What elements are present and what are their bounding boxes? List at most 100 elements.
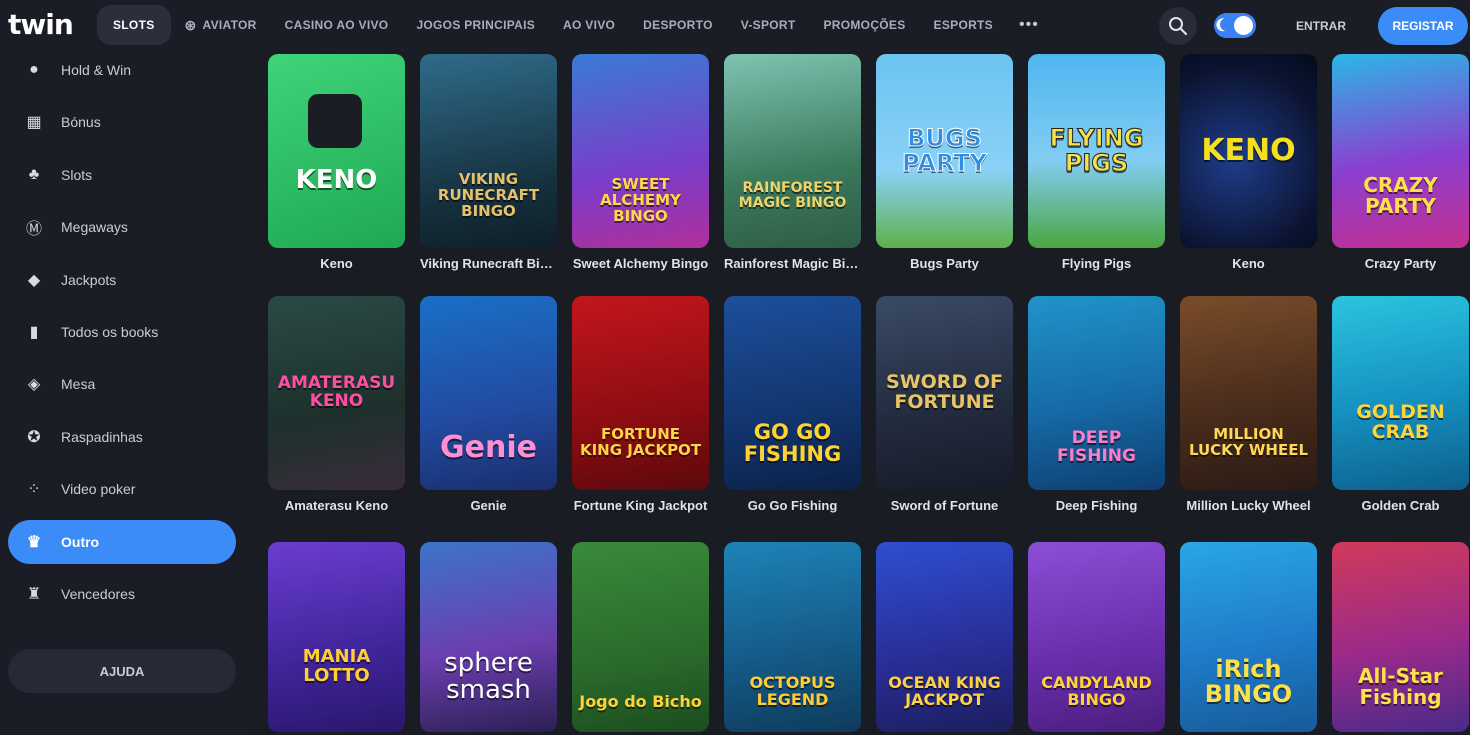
game-thumbnail[interactable]: Jogo do Bicho: [572, 542, 709, 732]
game-thumbnail[interactable]: KENO: [268, 54, 405, 248]
search-button[interactable]: [1159, 7, 1197, 45]
game-card[interactable]: sphere smash: [420, 542, 557, 732]
game-card[interactable]: SWORD OF FORTUNE Sword of Fortune: [876, 296, 1013, 516]
game-card[interactable]: OCEAN KING JACKPOT: [876, 542, 1013, 732]
game-card[interactable]: GOLDEN CRAB Golden Crab: [1332, 296, 1469, 516]
sidebar-item-label: Raspadinhas: [61, 429, 143, 445]
game-thumbnail[interactable]: FLYING PIGS: [1028, 54, 1165, 248]
sidebar-item-label: Jackpots: [61, 272, 117, 288]
game-thumbnail[interactable]: GO GO FISHING: [724, 296, 861, 490]
game-thumbnail[interactable]: OCTOPUS LEGEND: [724, 542, 861, 732]
game-card[interactable]: FORTUNE KING JACKPOT Fortune King Jackpo…: [572, 296, 709, 516]
game-art-text: CANDYLAND BINGO: [1041, 673, 1152, 709]
game-card[interactable]: BUGS PARTY Bugs Party: [876, 54, 1013, 274]
search-icon: [1169, 17, 1188, 36]
sidebar-item-vencedores[interactable]: ♜ Vencedores: [8, 572, 236, 616]
sidebar-item-todos-os-books[interactable]: ▮ Todos os books: [8, 310, 236, 354]
game-card[interactable]: AMATERASU KENO Amaterasu Keno: [268, 296, 405, 516]
twin-logo[interactable]: twin: [8, 8, 74, 41]
crown-icon: ♛: [26, 534, 42, 551]
game-art-text: All-Star Fishing: [1358, 664, 1443, 709]
game-thumbnail[interactable]: sphere smash: [420, 542, 557, 732]
sidebar-item-video-poker[interactable]: ⁘ Video poker: [8, 467, 236, 511]
game-thumbnail[interactable]: DEEP FISHING: [1028, 296, 1165, 490]
sidebar-item-label: Megaways: [61, 219, 128, 235]
game-art-text: AMATERASU KENO: [277, 373, 396, 411]
game-card[interactable]: VIKING RUNECRAFT BINGO Viking Runecraft …: [420, 54, 557, 274]
game-thumbnail[interactable]: Genie: [420, 296, 557, 490]
game-card[interactable]: GO GO FISHING Go Go Fishing: [724, 296, 861, 516]
main-nav: SLOTS ⊛ AVIATOR CASINO AO VIVO JOGOS PRI…: [97, 5, 1051, 45]
game-thumbnail[interactable]: MANIA LOTTO: [268, 542, 405, 732]
theme-toggle[interactable]: [1214, 13, 1256, 38]
game-title: Million Lucky Wheel: [1186, 498, 1311, 513]
sidebar-item-bonus[interactable]: ▦ Bónus: [8, 100, 236, 144]
game-thumbnail[interactable]: MILLION LUCKY WHEEL: [1180, 296, 1317, 490]
help-button[interactable]: AJUDA: [8, 649, 236, 693]
sidebar-item-raspadinhas[interactable]: ✪ Raspadinhas: [8, 415, 236, 459]
game-card[interactable]: CRAZY PARTY Crazy Party: [1332, 54, 1469, 274]
game-title: Genie: [470, 498, 507, 513]
game-thumbnail[interactable]: FORTUNE KING JACKPOT: [572, 296, 709, 490]
nav-aviator[interactable]: ⊛ AVIATOR: [171, 5, 271, 45]
game-card[interactable]: KENO Keno: [268, 54, 405, 274]
sidebar-item-label: Bónus: [61, 114, 101, 130]
register-button[interactable]: REGISTAR: [1378, 7, 1468, 45]
game-title: Flying Pigs: [1061, 256, 1132, 271]
game-thumbnail[interactable]: GOLDEN CRAB: [1332, 296, 1469, 490]
game-card[interactable]: DEEP FISHING Deep Fishing: [1028, 296, 1165, 516]
game-card[interactable]: RAINFOREST MAGIC BINGO Rainforest Magic …: [724, 54, 861, 274]
game-thumbnail[interactable]: SWEET ALCHEMY BINGO: [572, 54, 709, 248]
game-card[interactable]: FLYING PIGS Flying Pigs: [1028, 54, 1165, 274]
game-card[interactable]: KENO Keno: [1180, 54, 1317, 274]
game-thumbnail[interactable]: AMATERASU KENO: [268, 296, 405, 490]
nav-v-sport[interactable]: V-SPORT: [727, 5, 810, 45]
nav-jogos-principais[interactable]: JOGOS PRINCIPAIS: [402, 5, 549, 45]
sidebar-item-slots[interactable]: ♣ Slots: [8, 153, 236, 197]
game-thumbnail[interactable]: BUGS PARTY: [876, 54, 1013, 248]
sidebar-item-outro[interactable]: ♛ Outro: [8, 520, 236, 564]
game-card[interactable]: CANDYLAND BINGO: [1028, 542, 1165, 732]
game-art-text: sphere smash: [444, 647, 533, 705]
game-thumbnail[interactable]: OCEAN KING JACKPOT: [876, 542, 1013, 732]
sidebar-item-mesa[interactable]: ◈ Mesa: [8, 362, 236, 406]
game-thumbnail[interactable]: CRAZY PARTY: [1332, 54, 1469, 248]
game-card[interactable]: MILLION LUCKY WHEEL Million Lucky Wheel: [1180, 296, 1317, 516]
nav-esports[interactable]: ESPORTS: [920, 5, 1007, 45]
game-title: Bugs Party: [910, 256, 979, 271]
game-art-text: MILLION LUCKY WHEEL: [1188, 425, 1309, 459]
more-menu-icon[interactable]: •••: [1007, 16, 1051, 34]
game-art-text: BUGS PARTY: [901, 123, 988, 177]
sidebar-item-jackpots[interactable]: ◆ Jackpots: [8, 258, 236, 302]
game-thumbnail[interactable]: RAINFOREST MAGIC BINGO: [724, 54, 861, 248]
game-card[interactable]: Genie Genie: [420, 296, 557, 516]
nav-ao-vivo[interactable]: AO VIVO: [549, 5, 629, 45]
nav-desporto[interactable]: DESPORTO: [629, 5, 727, 45]
sidebar-item-megaways[interactable]: Ⓜ Megaways: [8, 205, 236, 249]
game-card[interactable]: SWEET ALCHEMY BINGO Sweet Alchemy Bingo: [572, 54, 709, 274]
nav-promocoes[interactable]: PROMOÇÕES: [809, 5, 919, 45]
game-thumbnail[interactable]: KENO: [1180, 54, 1317, 248]
game-thumbnail[interactable]: All-Star Fishing: [1332, 542, 1469, 732]
game-title: Fortune King Jackpot: [573, 498, 708, 513]
game-thumbnail[interactable]: VIKING RUNECRAFT BINGO: [420, 54, 557, 248]
game-card[interactable]: MANIA LOTTO: [268, 542, 405, 732]
login-button[interactable]: ENTRAR: [1280, 7, 1362, 45]
game-card[interactable]: All-Star Fishing: [1332, 542, 1469, 732]
game-card[interactable]: iRich BINGO: [1180, 542, 1317, 732]
sidebar-item-label: Outro: [61, 534, 100, 550]
game-card[interactable]: OCTOPUS LEGEND: [724, 542, 861, 732]
game-thumbnail[interactable]: iRich BINGO: [1180, 542, 1317, 732]
game-thumbnail[interactable]: SWORD OF FORTUNE: [876, 296, 1013, 490]
game-art-text: FORTUNE KING JACKPOT: [579, 425, 702, 459]
nav-casino-ao-vivo[interactable]: CASINO AO VIVO: [271, 5, 403, 45]
sidebar-item-hold-win[interactable]: ● Hold & Win: [8, 48, 236, 92]
table-icon: ◈: [27, 376, 41, 393]
game-title: Rainforest Magic Bingo: [724, 256, 861, 271]
game-card[interactable]: Jogo do Bicho: [572, 542, 709, 732]
game-art-text: RAINFOREST MAGIC BINGO: [738, 180, 847, 211]
coin-icon: ●: [29, 61, 39, 78]
nav-slots[interactable]: SLOTS: [97, 5, 171, 45]
game-title: Amaterasu Keno: [284, 498, 389, 513]
game-thumbnail[interactable]: CANDYLAND BINGO: [1028, 542, 1165, 732]
